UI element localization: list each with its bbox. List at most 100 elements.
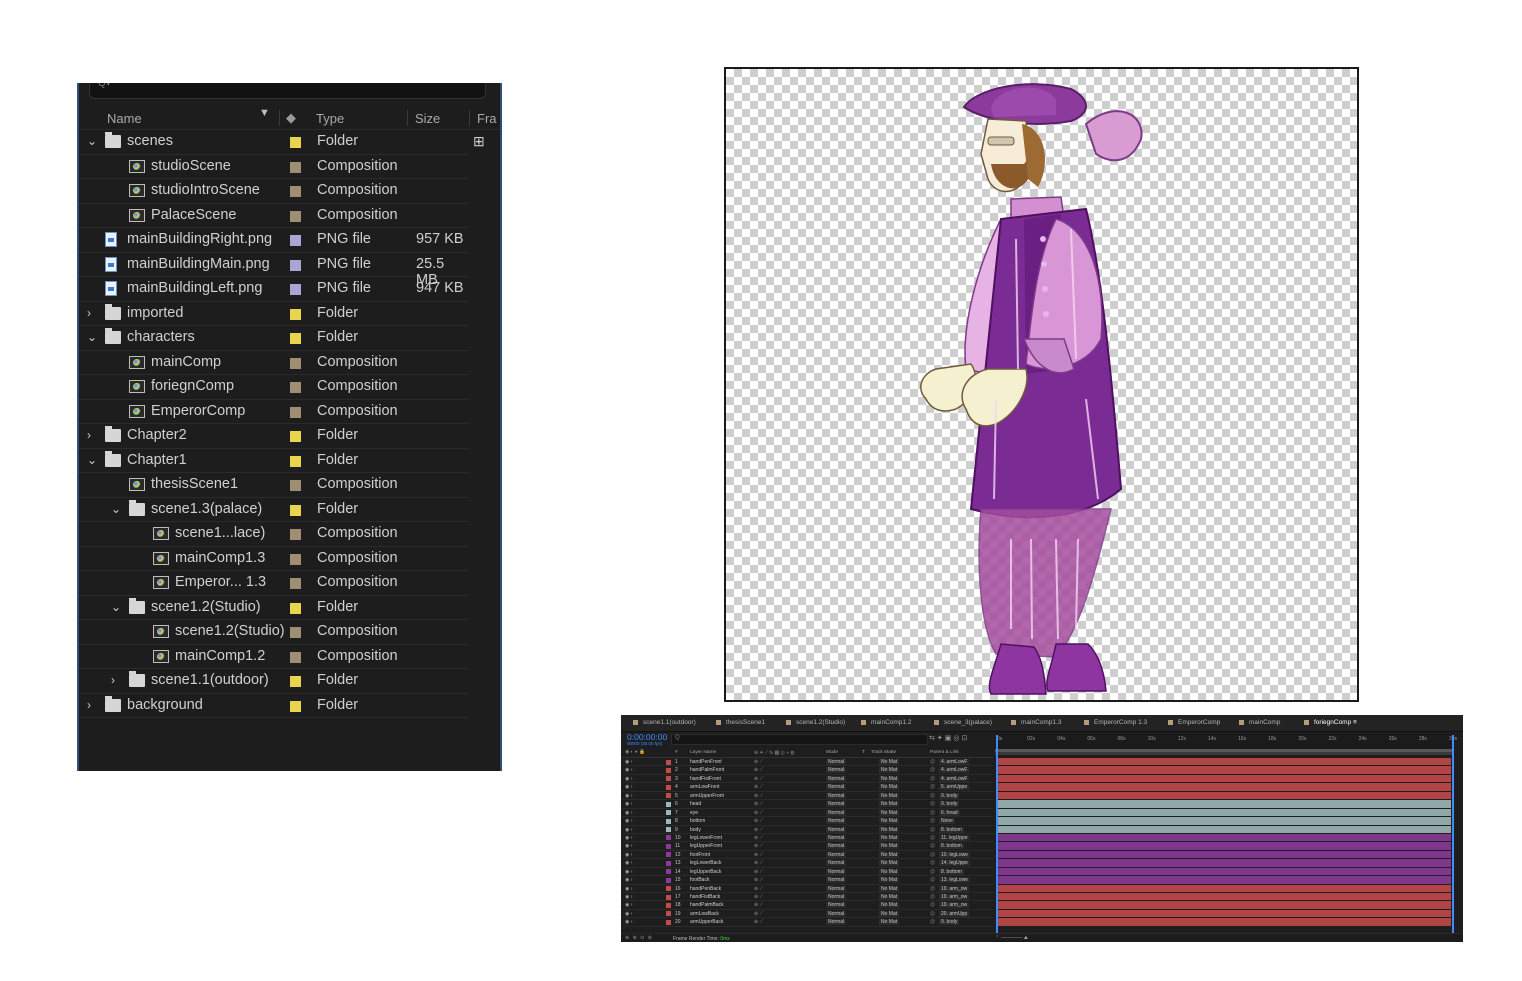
project-item[interactable]: foriegnComp Composition bbox=[79, 375, 469, 400]
parent-select[interactable]: 9. body bbox=[939, 919, 960, 926]
visibility-eye-icon[interactable]: ◉ › bbox=[625, 860, 632, 866]
blend-mode-select[interactable]: Normal bbox=[826, 885, 847, 892]
layer-row[interactable]: ◉ › 2 handPalmFront ⊕ ⟋ Normal No Mat @4. armL… bbox=[621, 766, 993, 775]
layer-switches[interactable]: ⊕ ⟋ bbox=[754, 860, 763, 866]
visibility-eye-icon[interactable]: ◉ › bbox=[625, 827, 632, 833]
track-matte-select[interactable]: No Mat bbox=[879, 801, 900, 808]
label-color-swatch[interactable] bbox=[290, 357, 301, 369]
visibility-eye-icon[interactable]: ◉ › bbox=[625, 835, 632, 841]
column-divider[interactable] bbox=[469, 110, 470, 126]
parent-select[interactable]: 5. armUppe bbox=[939, 784, 970, 791]
project-item[interactable]: Emperor... 1.3 Composition bbox=[79, 571, 469, 596]
parent-select[interactable]: 4. armLowF bbox=[939, 759, 970, 765]
track-matte-select[interactable]: No Mat bbox=[879, 877, 900, 884]
track-matte-select[interactable]: No Mat bbox=[879, 902, 900, 909]
pick-whip-icon[interactable]: @ bbox=[930, 827, 935, 833]
track-matte-select[interactable]: No Mat bbox=[879, 792, 900, 799]
visibility-eye-icon[interactable]: ◉ › bbox=[625, 886, 632, 892]
layer-name[interactable]: legUpperBack bbox=[690, 869, 721, 875]
pick-whip-icon[interactable]: @ bbox=[930, 793, 935, 799]
layer-search-input[interactable]: Q bbox=[671, 734, 928, 745]
layer-duration-bar[interactable] bbox=[997, 817, 1451, 826]
comp-tab[interactable]: mainComp1.3 bbox=[1011, 719, 1061, 726]
layer-duration-bar[interactable] bbox=[997, 791, 1451, 801]
layer-name[interactable]: handPenFront bbox=[690, 759, 722, 765]
label-color-swatch[interactable] bbox=[290, 553, 301, 565]
layer-switches[interactable]: ⊕ ⟋ bbox=[754, 852, 763, 858]
label-color-swatch[interactable] bbox=[290, 308, 301, 320]
layer-label-color[interactable] bbox=[666, 843, 671, 849]
layer-switches[interactable]: ⊕ ⟋ bbox=[754, 902, 763, 908]
visibility-eye-icon[interactable]: ◉ › bbox=[625, 818, 632, 824]
layer-name[interactable]: armUpperBack bbox=[690, 919, 723, 925]
layer-switches[interactable]: ⊕ ⟋ bbox=[754, 835, 763, 841]
parent-select[interactable]: 8. bottom bbox=[939, 868, 964, 875]
layer-label-color[interactable] bbox=[666, 801, 671, 807]
visibility-eye-icon[interactable]: ◉ › bbox=[625, 877, 632, 883]
blend-mode-select[interactable]: Normal bbox=[826, 767, 847, 774]
layer-row[interactable]: ◉ › 14 legUpperBack ⊕ ⟋ Normal No Mat @8. bott… bbox=[621, 868, 993, 877]
label-color-swatch[interactable] bbox=[290, 578, 301, 589]
layer-row[interactable]: ◉ › 10 legLowerFront ⊕ ⟋ Normal No Mat @11. le… bbox=[621, 834, 993, 843]
parent-select[interactable]: 19. arm_ow bbox=[939, 894, 970, 900]
parent-select[interactable]: 13. legLowe bbox=[939, 877, 970, 884]
project-item[interactable]: scene1...lace) Composition bbox=[79, 522, 469, 547]
blend-mode-select[interactable]: Normal bbox=[826, 868, 847, 875]
layer-row[interactable]: ◉ › 9 body ⊕ ⟋ Normal No Mat @8. bottom bbox=[621, 826, 993, 834]
composition-viewer[interactable] bbox=[724, 67, 1359, 702]
layer-label-color[interactable] bbox=[666, 767, 671, 773]
layer-label-color[interactable] bbox=[666, 860, 671, 866]
visibility-eye-icon[interactable]: ◉ › bbox=[625, 843, 632, 849]
layer-label-color[interactable] bbox=[666, 894, 671, 900]
layer-row[interactable]: ◉ › 3 handFistFront ⊕ ⟋ Normal No Mat @4. armL… bbox=[621, 775, 993, 784]
label-color-swatch[interactable] bbox=[290, 161, 301, 173]
project-item[interactable]: › background Folder bbox=[79, 694, 469, 718]
layer-row[interactable]: ◉ › 20 armUpperBack ⊕ ⟋ Normal No Mat @9. body bbox=[621, 918, 993, 927]
project-item[interactable]: ⌄ scenes Folder bbox=[79, 130, 469, 155]
layer-duration-bar[interactable] bbox=[997, 825, 1451, 834]
blend-mode-select[interactable]: Normal bbox=[826, 792, 847, 799]
blend-mode-select[interactable]: Normal bbox=[826, 809, 847, 816]
blend-mode-select[interactable]: Normal bbox=[826, 834, 847, 841]
layer-row[interactable]: ◉ › 19 armLowBack ⊕ ⟋ Normal No Mat @20. armUp… bbox=[621, 910, 993, 919]
layer-name[interactable]: handPalmFront bbox=[690, 767, 724, 773]
layer-duration-bar[interactable] bbox=[997, 800, 1451, 809]
layer-row[interactable]: ◉ › 4 armLowFront ⊕ ⟋ Normal No Mat @5. armUpp… bbox=[621, 783, 993, 792]
parent-select[interactable]: 8. bottom bbox=[939, 843, 964, 850]
track-matte-select[interactable]: No Mat bbox=[879, 851, 900, 858]
label-tag-icon[interactable]: ◆ bbox=[286, 110, 296, 126]
comp-tab[interactable]: thesisScene1 bbox=[716, 719, 765, 726]
label-color-swatch[interactable] bbox=[290, 210, 301, 222]
parent-select[interactable]: 20. armUpp bbox=[939, 910, 970, 917]
layer-switches[interactable]: ⊕ ⟋ bbox=[754, 818, 763, 824]
layer-label-color[interactable] bbox=[666, 776, 671, 782]
pick-whip-icon[interactable]: @ bbox=[930, 902, 935, 908]
layer-row[interactable]: ◉ › 15 footBack ⊕ ⟋ Normal No Mat @13. legLowe bbox=[621, 876, 993, 885]
project-item[interactable]: ⌄ scene1.3(palace) Folder bbox=[79, 498, 469, 522]
label-color-swatch[interactable] bbox=[290, 382, 301, 393]
parent-select[interactable]: None bbox=[939, 818, 955, 825]
track-matte-select[interactable]: No Mat bbox=[879, 919, 900, 926]
layer-row[interactable]: ◉ › 13 legLowerBack ⊕ ⟋ Normal No Mat @14. leg… bbox=[621, 859, 993, 868]
parent-select[interactable]: 11. legUppe bbox=[939, 834, 970, 841]
project-item[interactable]: ⌄ characters Folder bbox=[79, 326, 469, 351]
layer-row[interactable]: ◉ › 6 head ⊕ ⟋ Normal No Mat @9. body bbox=[621, 800, 993, 809]
work-area-end[interactable] bbox=[1452, 735, 1454, 935]
pick-whip-icon[interactable]: @ bbox=[930, 843, 935, 849]
label-color-swatch[interactable] bbox=[290, 529, 301, 540]
label-color-swatch[interactable] bbox=[290, 627, 301, 638]
layer-name[interactable]: footBack bbox=[690, 877, 709, 883]
layer-label-color[interactable] bbox=[666, 784, 671, 790]
sort-arrow-icon[interactable]: ▼ bbox=[259, 107, 270, 119]
layer-label-color[interactable] bbox=[666, 793, 671, 799]
layer-row[interactable]: ◉ › 7 eye ⊕ ⟋ Normal No Mat @6. head bbox=[621, 809, 993, 818]
layer-name[interactable]: armLowBack bbox=[690, 911, 719, 917]
layer-name[interactable]: legLowerFront bbox=[690, 835, 722, 841]
layer-switches[interactable]: ⊕ ⟋ bbox=[754, 911, 763, 917]
layer-label-color[interactable] bbox=[666, 810, 671, 816]
track-matte-select[interactable]: No Mat bbox=[879, 860, 900, 867]
pick-whip-icon[interactable]: @ bbox=[930, 869, 935, 875]
blend-mode-select[interactable]: Normal bbox=[826, 818, 847, 825]
parent-select[interactable]: 9. body bbox=[939, 801, 960, 808]
project-item[interactable]: PalaceScene Composition bbox=[79, 204, 469, 228]
